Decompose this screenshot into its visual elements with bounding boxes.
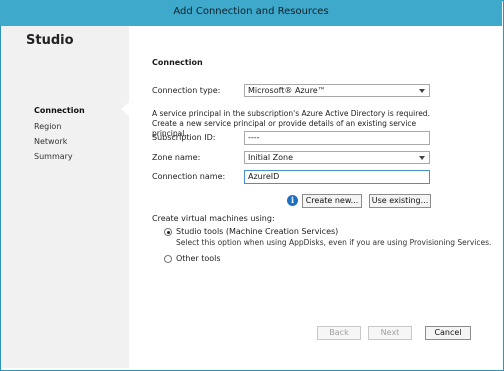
window-title: Add Connection and Resources xyxy=(173,6,329,17)
other-tools-label[interactable]: Other tools xyxy=(176,254,221,263)
title-bar: Add Connection and Resources xyxy=(0,0,502,26)
connection-name-field[interactable]: AzureID xyxy=(244,170,430,184)
chevron-down-icon xyxy=(419,89,425,93)
connection-type-select[interactable]: Microsoft® Azure™ xyxy=(244,84,430,97)
subscription-id-value: ---- xyxy=(248,133,260,142)
studio-tools-subtext: Select this option when using AppDisks, … xyxy=(176,238,492,247)
zone-name-value: Initial Zone xyxy=(248,153,294,162)
page-heading: Connection xyxy=(152,58,203,67)
next-button[interactable]: Next xyxy=(368,326,412,340)
cancel-button[interactable]: Cancel xyxy=(425,326,471,340)
studio-tools-radio[interactable] xyxy=(164,228,172,236)
info-icon[interactable]: i xyxy=(287,195,298,206)
chevron-down-icon xyxy=(419,156,425,160)
sidebar-item-connection[interactable]: Connection xyxy=(34,106,85,115)
other-tools-radio[interactable] xyxy=(164,255,172,263)
vm-section-heading: Create virtual machines using: xyxy=(152,214,275,223)
connection-type-value: Microsoft® Azure™ xyxy=(248,86,326,95)
connection-name-label: Connection name: xyxy=(152,172,226,181)
create-new-button[interactable]: Create new... xyxy=(302,194,362,208)
connection-type-label: Connection type: xyxy=(152,86,221,95)
sidebar-title: Studio xyxy=(26,33,74,48)
subscription-id-field[interactable]: ---- xyxy=(244,131,430,145)
zone-name-label: Zone name: xyxy=(152,153,201,162)
sidebar xyxy=(1,26,129,368)
sidebar-item-network[interactable]: Network xyxy=(34,137,67,146)
connection-name-value: AzureID xyxy=(248,172,280,181)
zone-name-select[interactable]: Initial Zone xyxy=(244,151,430,164)
sidebar-item-region[interactable]: Region xyxy=(34,122,61,131)
use-existing-button[interactable]: Use existing... xyxy=(369,194,431,208)
sidebar-item-summary[interactable]: Summary xyxy=(34,152,73,161)
studio-tools-label[interactable]: Studio tools (Machine Creation Services) xyxy=(176,227,338,236)
back-button[interactable]: Back xyxy=(317,326,361,340)
active-step-indicator xyxy=(121,102,129,116)
subscription-id-label: Subscription ID: xyxy=(152,133,216,142)
